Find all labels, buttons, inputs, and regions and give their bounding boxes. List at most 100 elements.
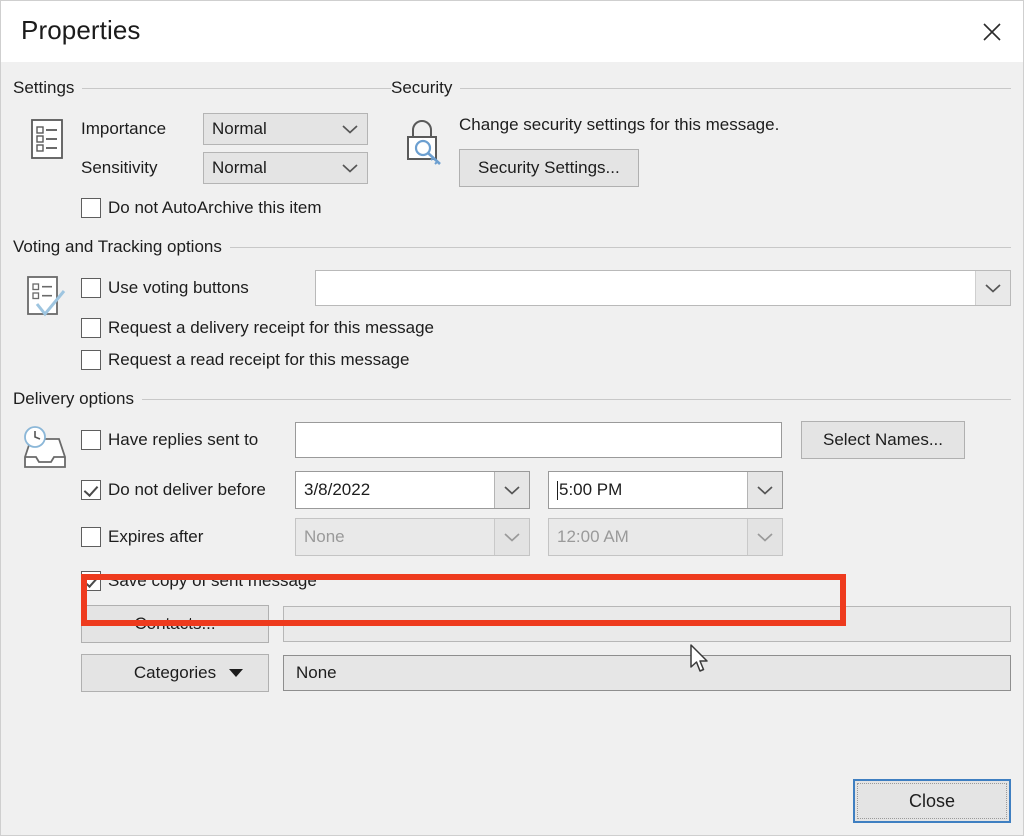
close-window-button[interactable]	[961, 1, 1023, 62]
voting-content: Use voting buttons Request a delivery re…	[13, 270, 1011, 370]
save-copy-checkbox[interactable]	[81, 571, 101, 591]
expires-after-time-value: 12:00 AM	[549, 519, 747, 555]
dialog-body: Settings	[1, 62, 1023, 835]
text-caret	[557, 481, 558, 500]
triangle-down-icon	[228, 663, 244, 683]
use-voting-buttons-checkbox[interactable]	[81, 278, 101, 298]
do-not-deliver-before-time-select[interactable]: 5:00 PM	[548, 471, 783, 509]
do-not-deliver-before-date-value: 3/8/2022	[296, 472, 494, 508]
have-replies-sent-to-toggle[interactable]: Have replies sent to	[81, 430, 295, 450]
delivery-group-header: Delivery options	[13, 389, 1011, 409]
do-not-deliver-before-toggle[interactable]: Do not deliver before	[81, 480, 295, 500]
top-columns: Settings	[13, 78, 1011, 218]
security-fields: Change security settings for this messag…	[459, 113, 1011, 187]
group-rule	[142, 399, 1011, 400]
do-not-deliver-before-checkbox[interactable]	[81, 480, 101, 500]
do-not-deliver-before-time-value: 5:00 PM	[549, 472, 747, 508]
settings-icon-cell	[13, 113, 81, 218]
categories-row: Categories None	[81, 654, 1011, 692]
voting-buttons-value	[316, 271, 975, 305]
read-receipt-row[interactable]: Request a read receipt for this message	[81, 350, 1011, 370]
delivery-receipt-checkbox[interactable]	[81, 318, 101, 338]
security-settings-button[interactable]: Security Settings...	[459, 149, 639, 187]
group-rule	[230, 247, 1011, 248]
settings-fields: Importance Normal Sensitivity	[81, 113, 391, 218]
select-names-button[interactable]: Select Names...	[801, 421, 965, 459]
chevron-down-icon	[975, 271, 1010, 305]
settings-group-header: Settings	[13, 78, 391, 98]
properties-dialog: Properties Settings	[0, 0, 1024, 836]
voting-buttons-select[interactable]	[315, 270, 1011, 306]
read-receipt-label: Request a read receipt for this message	[108, 350, 409, 370]
do-not-autoarchive-checkbox[interactable]	[81, 198, 101, 218]
voting-fields: Use voting buttons Request a delivery re…	[81, 270, 1011, 370]
contacts-row: Contacts...	[81, 605, 1011, 643]
sensitivity-row: Sensitivity Normal	[81, 152, 391, 184]
expires-after-time-select: 12:00 AM	[548, 518, 783, 556]
do-not-autoarchive-row[interactable]: Do not AutoArchive this item	[81, 198, 391, 218]
close-icon	[981, 21, 1003, 43]
have-replies-sent-to-label: Have replies sent to	[108, 430, 258, 450]
voting-checklist-icon	[23, 274, 71, 322]
do-not-deliver-before-label: Do not deliver before	[108, 480, 266, 500]
expires-after-checkbox[interactable]	[81, 527, 101, 547]
delivery-section: Delivery options	[13, 389, 1011, 692]
chevron-down-icon	[747, 472, 782, 508]
sensitivity-label: Sensitivity	[81, 158, 203, 178]
expires-after-date-value: None	[296, 519, 494, 555]
chevron-down-icon	[747, 519, 782, 555]
delivery-icon-cell	[13, 421, 81, 692]
sensitivity-value: Normal	[204, 153, 333, 183]
chevron-down-icon	[333, 153, 367, 183]
contacts-field[interactable]	[283, 606, 1011, 642]
delivery-content: Have replies sent to Select Names... Do …	[13, 421, 1011, 692]
importance-label: Importance	[81, 119, 203, 139]
importance-value: Normal	[204, 114, 333, 144]
security-icon-cell	[391, 113, 459, 187]
settings-group-label: Settings	[13, 78, 74, 98]
voting-icon-cell	[13, 270, 81, 370]
importance-select[interactable]: Normal	[203, 113, 368, 145]
have-replies-sent-to-checkbox[interactable]	[81, 430, 101, 450]
dialog-titlebar: Properties	[1, 1, 1023, 62]
chevron-down-icon	[494, 472, 529, 508]
have-replies-sent-to-row: Have replies sent to Select Names...	[81, 421, 1011, 459]
chevron-down-icon	[333, 114, 367, 144]
voting-group-label: Voting and Tracking options	[13, 237, 222, 257]
delivery-receipt-row[interactable]: Request a delivery receipt for this mess…	[81, 318, 1011, 338]
delayed-delivery-icon	[19, 425, 75, 475]
contacts-button[interactable]: Contacts...	[81, 605, 269, 643]
categories-field[interactable]: None	[283, 655, 1011, 691]
security-group-header: Security	[391, 78, 1011, 98]
dialog-footer: Close	[853, 779, 1011, 823]
group-rule	[460, 88, 1011, 89]
expires-after-label: Expires after	[108, 527, 203, 547]
group-rule	[82, 88, 391, 89]
use-voting-buttons-label: Use voting buttons	[108, 278, 249, 298]
use-voting-buttons-row: Use voting buttons	[81, 270, 1011, 306]
lock-key-icon	[399, 117, 451, 169]
do-not-deliver-before-date-select[interactable]: 3/8/2022	[295, 471, 530, 509]
use-voting-buttons-toggle[interactable]: Use voting buttons	[81, 278, 291, 298]
save-copy-row[interactable]: Save copy of sent message	[81, 571, 1011, 591]
have-replies-sent-to-input[interactable]	[295, 422, 782, 458]
importance-row: Importance Normal	[81, 113, 391, 145]
voting-group-header: Voting and Tracking options	[13, 237, 1011, 257]
read-receipt-checkbox[interactable]	[81, 350, 101, 370]
expires-after-row: Expires after None 12:00 AM	[81, 518, 1011, 556]
save-copy-label: Save copy of sent message	[108, 571, 317, 591]
settings-section: Settings	[13, 78, 391, 218]
security-description: Change security settings for this messag…	[459, 115, 1011, 135]
close-button[interactable]: Close	[853, 779, 1011, 823]
settings-content: Importance Normal Sensitivity	[13, 113, 391, 218]
security-content: Change security settings for this messag…	[391, 113, 1011, 187]
delivery-fields: Have replies sent to Select Names... Do …	[81, 421, 1011, 692]
security-section: Security Change security	[391, 78, 1011, 218]
security-group-label: Security	[391, 78, 452, 98]
expires-after-toggle[interactable]: Expires after	[81, 527, 295, 547]
sensitivity-select[interactable]: Normal	[203, 152, 368, 184]
delivery-receipt-label: Request a delivery receipt for this mess…	[108, 318, 434, 338]
categories-button[interactable]: Categories	[81, 654, 269, 692]
time-text: 5:00 PM	[559, 480, 622, 500]
do-not-deliver-before-row: Do not deliver before 3/8/2022 5:00 PM	[81, 471, 1011, 509]
